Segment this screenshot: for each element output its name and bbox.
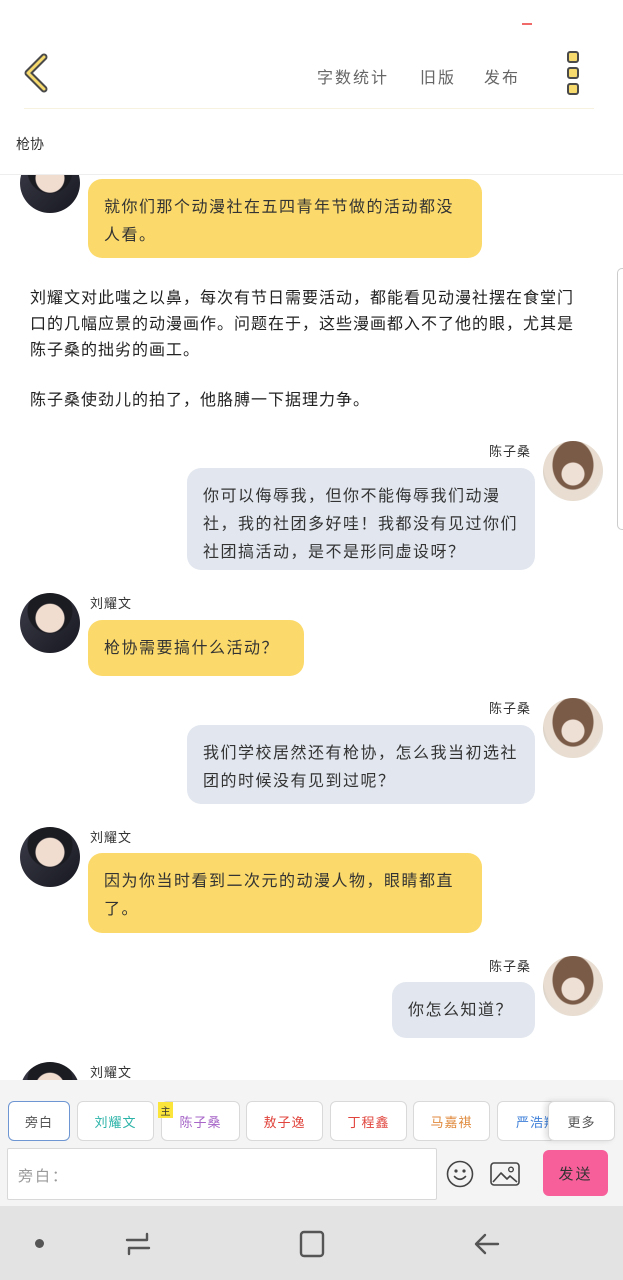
- avatar-liu[interactable]: [20, 175, 80, 213]
- scroll-handle[interactable]: [617, 268, 623, 530]
- role-chip-ma[interactable]: 马嘉祺: [413, 1101, 490, 1141]
- message-bubble[interactable]: 枪协需要搞什么活动？: [88, 620, 304, 676]
- top-bar: 字数统计 旧版 发布: [0, 28, 623, 110]
- message-bubble[interactable]: 我们学校居然还有枪协，怎么我当初选社团的时候没有见到过呢？: [187, 725, 535, 804]
- back-arrow-icon[interactable]: [472, 1230, 502, 1258]
- message-bubble[interactable]: 你可以侮辱我，但你不能侮辱我们动漫社，我的社团多好哇！我都没有见过你们社团搞活动…: [187, 468, 535, 570]
- word-count-button[interactable]: 字数统计: [317, 64, 389, 88]
- role-label: 丁程鑫: [347, 1115, 390, 1131]
- nav-dot-icon[interactable]: [35, 1239, 44, 1248]
- home-icon[interactable]: [297, 1230, 327, 1258]
- role-chip-narrator[interactable]: 旁白: [8, 1101, 70, 1141]
- avatar-chen[interactable]: [543, 698, 603, 758]
- image-icon[interactable]: [490, 1162, 520, 1186]
- main-role-badge: 主: [158, 1102, 173, 1118]
- sender-name: 陈子桑: [489, 702, 532, 717]
- sender-name: 陈子桑: [489, 445, 532, 460]
- app-screen: 字数统计 旧版 发布 枪协 就你们那个动漫社在五四青年节做的活动都没人看。 刘耀…: [0, 0, 623, 1280]
- composer-area: 旁白 刘耀文 陈子桑 主 敖子逸 丁程鑫 马嘉祺 严浩翔 更多 旁白： 发送: [0, 1080, 623, 1206]
- more-roles-label: 更多: [567, 1115, 596, 1131]
- sender-name: 刘耀文: [90, 1066, 133, 1080]
- more-roles-button[interactable]: 更多: [548, 1101, 615, 1141]
- send-button[interactable]: 发送: [543, 1150, 608, 1196]
- role-chip-liu[interactable]: 刘耀文: [77, 1101, 154, 1141]
- message-feed[interactable]: 就你们那个动漫社在五四青年节做的活动都没人看。 刘耀文对此嗤之以鼻，每次有节日需…: [0, 175, 623, 1080]
- avatar-liu[interactable]: [20, 593, 80, 653]
- sender-name: 陈子桑: [489, 960, 532, 975]
- sender-name: 刘耀文: [90, 597, 133, 612]
- chapter-title: 枪协: [16, 137, 44, 153]
- message-input[interactable]: 旁白：: [7, 1148, 437, 1200]
- role-label: 敖子逸: [263, 1115, 306, 1131]
- avatar-chen[interactable]: [543, 441, 603, 501]
- avatar-liu[interactable]: [20, 1062, 80, 1080]
- recent-apps-icon[interactable]: [123, 1230, 153, 1258]
- message-bubble[interactable]: 你怎么知道？: [392, 982, 535, 1038]
- narration-text[interactable]: 陈子桑使劲儿的拍了，他胳膊一下据理力争。: [30, 387, 590, 413]
- avatar-chen[interactable]: [543, 956, 603, 1016]
- narration-text[interactable]: 刘耀文对此嗤之以鼻，每次有节日需要活动，都能看见动漫社摆在食堂门口的几幅应景的动…: [30, 285, 590, 363]
- role-chip-ding[interactable]: 丁程鑫: [330, 1101, 407, 1141]
- role-label: 旁白: [24, 1115, 53, 1131]
- smiley-icon[interactable]: [446, 1160, 474, 1188]
- role-chip-ao[interactable]: 敖子逸: [246, 1101, 323, 1141]
- role-label: 刘耀文: [94, 1115, 137, 1131]
- chevron-left-icon[interactable]: [20, 53, 54, 93]
- status-indicator: [522, 23, 532, 25]
- kebab-menu-icon[interactable]: [560, 51, 586, 97]
- message-bubble[interactable]: 就你们那个动漫社在五四青年节做的活动都没人看。: [88, 179, 482, 258]
- system-navigation-bar: [0, 1206, 623, 1280]
- avatar-liu[interactable]: [20, 827, 80, 887]
- message-bubble[interactable]: 因为你当时看到二次元的动漫人物，眼睛都直了。: [88, 853, 482, 933]
- role-label: 马嘉祺: [430, 1115, 473, 1131]
- header-divider: [24, 108, 594, 109]
- role-label: 陈子桑: [179, 1115, 222, 1131]
- old-version-button[interactable]: 旧版: [420, 64, 456, 88]
- publish-button[interactable]: 发布: [484, 64, 520, 88]
- sender-name: 刘耀文: [90, 831, 133, 846]
